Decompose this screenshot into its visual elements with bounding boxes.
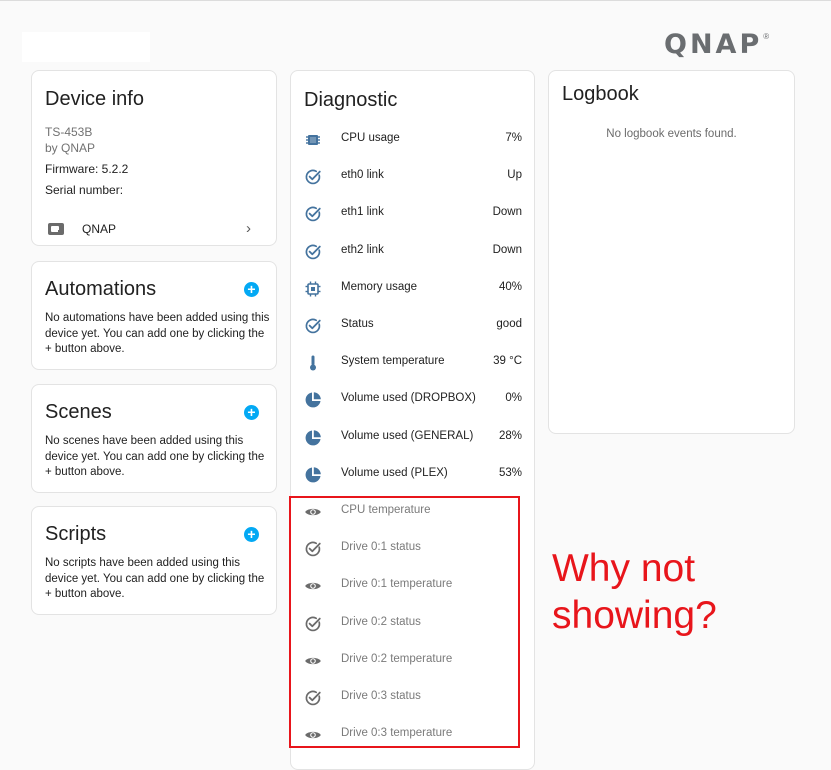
scripts-description: No scripts have been added using this de… [45,557,265,600]
scripts-card: Scripts + No scripts have been added usi… [31,506,277,615]
check-circle-icon [304,243,322,261]
diagnostic-row[interactable]: eth2 link Down [291,234,534,270]
diagnostic-label: eth0 link [341,169,384,182]
integration-icon [48,223,64,235]
redacted-title-block [22,32,150,62]
pie-chart-icon [304,466,322,484]
device-manufacturer: by QNAP [45,141,96,155]
diagnostic-label: eth2 link [341,243,384,256]
diagnostic-row[interactable]: Volume used (DROPBOX) 0% [291,382,534,418]
serial-number: Serial number: [45,183,124,197]
diagnostic-label: CPU usage [341,132,400,144]
diagnostic-row[interactable]: Volume used (PLEX) 53% [291,457,534,493]
scripts-title: Scripts [45,523,107,545]
logbook-card: Logbook No logbook events found. [548,70,795,434]
device-info-card: Device info TS-453B by QNAP Firmware: 5.… [31,70,277,246]
highlight-box [289,496,520,748]
diagnostic-value: 53% [498,466,522,479]
integration-link[interactable]: QNAP › [32,213,276,245]
diagnostic-value: 40% [498,280,522,293]
diagnostic-row[interactable]: System temperature 39 °C [291,345,534,381]
diagnostic-value: 0% [505,392,522,405]
thermometer-icon [304,354,322,372]
diagnostic-row[interactable]: CPU usage 7% [291,122,534,158]
scenes-card: Scenes + No scenes have been added using… [31,384,277,493]
logo-text: QNAP [664,29,763,60]
check-circle-icon [304,168,322,186]
scenes-description: No scenes have been added using this dev… [45,435,265,478]
diagnostic-row[interactable]: eth0 link Up [291,159,534,195]
diagnostic-label: Volume used (DROPBOX) [341,392,476,405]
firmware-version: Firmware: 5.2.2 [45,162,129,176]
add-script-button[interactable]: + [244,527,259,542]
automations-title: Automations [45,278,157,300]
pie-chart-icon [304,391,322,409]
diagnostic-value: good [496,318,522,330]
qnap-logo: QNAP ® [664,30,769,60]
top-divider [0,0,831,1]
cpu-icon [304,131,322,149]
registered-mark: ® [763,32,770,41]
diagnostic-label: Volume used (GENERAL) [341,429,474,442]
diagnostic-value: 7% [505,132,522,144]
diagnostic-label: eth1 link [341,206,384,219]
annotation-line-1: Why not [552,547,696,590]
check-circle-icon [304,205,322,223]
check-circle-icon [304,317,322,335]
annotation-line-2: showing? [552,594,717,637]
device-model: TS-453B [45,125,93,139]
pie-chart-icon [304,429,322,447]
diagnostic-label: Volume used (PLEX) [341,466,448,479]
add-scene-button[interactable]: + [244,405,259,420]
diagnostic-title: Diagnostic [304,89,398,111]
scenes-title: Scenes [45,401,112,423]
diagnostic-row[interactable]: Status good [291,308,534,344]
chevron-right-icon: › [246,220,251,237]
diagnostic-label: Status [341,318,374,330]
add-automation-button[interactable]: + [244,282,259,297]
automations-description: No automations have been added using thi… [45,312,270,355]
annotation-text: Why not showing? [552,545,717,639]
diagnostic-label: System temperature [341,355,445,368]
diagnostic-value: Up [507,169,522,182]
diagnostic-value: 28% [498,429,522,442]
diagnostic-value: 39 °C [493,355,522,368]
diagnostic-value: Down [492,243,522,256]
automations-card: Automations + No automations have been a… [31,261,277,370]
memory-icon [304,280,322,298]
diagnostic-row[interactable]: eth1 link Down [291,196,534,232]
logbook-empty-message: No logbook events found. [606,128,737,140]
logbook-title: Logbook [562,83,639,105]
diagnostic-label: Memory usage [341,280,418,293]
device-info-title: Device info [45,88,144,110]
diagnostic-row[interactable]: Volume used (GENERAL) 28% [291,420,534,456]
diagnostic-row[interactable]: Memory usage 40% [291,271,534,307]
diagnostic-value: Down [492,206,522,219]
integration-link-label: QNAP [82,222,117,236]
